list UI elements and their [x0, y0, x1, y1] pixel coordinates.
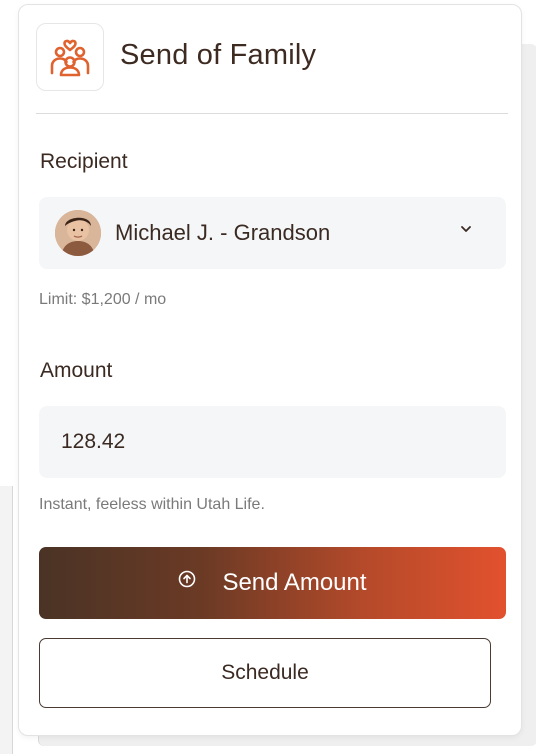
amount-input[interactable] — [39, 406, 506, 478]
background-edge — [0, 486, 13, 754]
recipient-label: Recipient — [40, 150, 128, 173]
send-amount-label: Send Amount — [222, 569, 367, 596]
family-icon — [50, 39, 90, 77]
send-card: Send of Family Recipient Michael J. - Gr… — [18, 4, 522, 736]
recipient-selected-value: Michael J. - Grandson — [115, 220, 331, 245]
limit-hint: Limit: $1,200 / mo — [39, 291, 167, 308]
page: Send of Family Recipient Michael J. - Gr… — [0, 0, 536, 754]
chevron-down-icon — [461, 226, 471, 232]
card-header: Send of Family — [19, 5, 521, 115]
page-title: Send of Family — [120, 39, 317, 71]
app-logo — [36, 23, 104, 91]
send-amount-button[interactable]: Send Amount — [39, 547, 506, 619]
amount-hint: Instant, feeless within Utah Life. — [39, 496, 265, 513]
avatar — [55, 210, 101, 256]
arrow-up-circle-icon — [179, 570, 196, 588]
header-divider — [36, 113, 508, 114]
schedule-button[interactable]: Schedule — [39, 638, 491, 708]
amount-label: Amount — [40, 359, 113, 382]
recipient-select[interactable]: Michael J. - Grandson — [39, 197, 506, 269]
